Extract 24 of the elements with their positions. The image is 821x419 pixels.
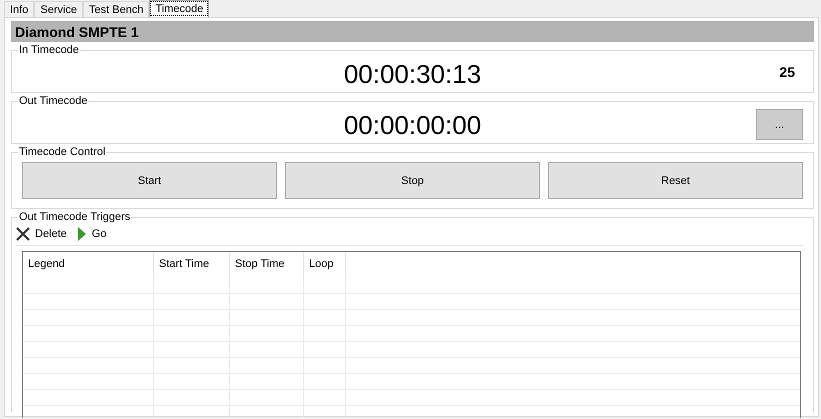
tab[interactable]: Timecode [149, 0, 210, 17]
group-label: Out Timecode Triggers [18, 211, 132, 223]
tab[interactable]: Test Bench [83, 1, 150, 17]
tab[interactable]: Service [34, 1, 84, 17]
column-header: Start Time [154, 252, 230, 278]
column-header: Loop [304, 252, 346, 278]
play-icon [76, 227, 87, 241]
delete-icon [16, 227, 30, 241]
column-header: Legend [23, 252, 154, 278]
toolbar-button[interactable]: Delete [16, 227, 67, 241]
timecode-display: 00:00:30:13 [344, 58, 482, 90]
toolbar-button[interactable]: Go [76, 227, 106, 241]
timecode-display: 00:00:00:00 [344, 110, 482, 140]
tab[interactable]: Info [4, 1, 34, 17]
group-label: In Timecode [18, 44, 80, 56]
group-label: Out Timecode [18, 95, 88, 107]
control-button[interactable]: Start [22, 162, 277, 199]
column-header: Stop Time [230, 252, 304, 278]
device-title: Diamond SMPTE 1 [11, 21, 814, 42]
frame-rate: 25 [779, 64, 795, 80]
group-label: Timecode Control [18, 146, 106, 158]
control-button[interactable]: Stop [285, 162, 540, 199]
more-button[interactable]: ... [756, 109, 803, 140]
control-button[interactable]: Reset [548, 162, 803, 199]
